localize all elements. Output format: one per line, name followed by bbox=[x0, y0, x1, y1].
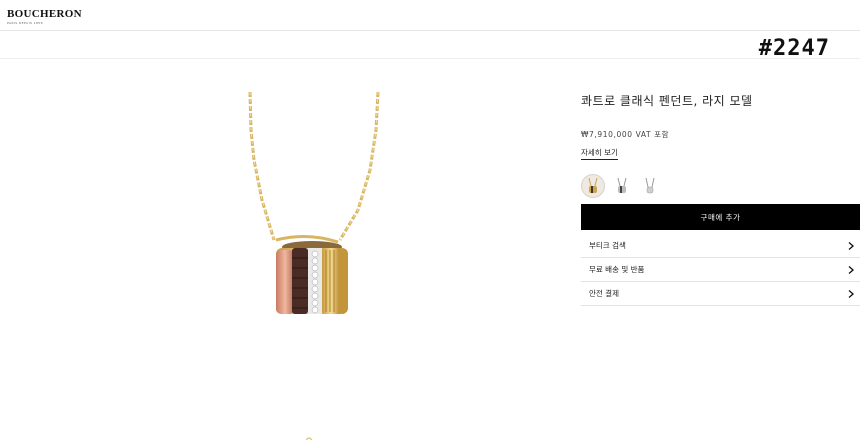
breadcrumb-bar bbox=[0, 31, 860, 59]
accordion-item-label: 부티크 검색 bbox=[589, 241, 626, 250]
service-accordion: 부티크 검색 무료 배송 및 반품 안전 결제 bbox=[581, 234, 860, 306]
accordion-item-free-shipping[interactable]: 무료 배송 및 반품 bbox=[581, 258, 860, 282]
variant-swatch-mixed-gold[interactable] bbox=[581, 174, 605, 198]
white-gold-pendant-icon bbox=[617, 178, 627, 193]
quatre-pendant-icon bbox=[248, 91, 380, 314]
brand-tagline: PARIS DEPUIS 1858 bbox=[7, 21, 43, 25]
white-gold-small-pendant-icon bbox=[645, 178, 655, 194]
variant-swatch-white-gold[interactable] bbox=[611, 175, 633, 197]
product-price: ₩7,910,000 VAT 포함 bbox=[581, 130, 670, 139]
product-image[interactable] bbox=[240, 90, 390, 320]
brand-wordmark: BOUCHERON bbox=[7, 8, 82, 20]
site-header: BOUCHERON PARIS DEPUIS 1858 bbox=[0, 0, 860, 31]
brand-logo[interactable]: BOUCHERON PARIS DEPUIS 1858 bbox=[7, 8, 82, 25]
accordion-item-label: 안전 결제 bbox=[589, 289, 619, 298]
thumbnail-peek-icon bbox=[306, 437, 312, 440]
accordion-item-secure-payment[interactable]: 안전 결제 bbox=[581, 282, 860, 306]
image-id-watermark: #2247 bbox=[758, 36, 830, 61]
product-info-panel: 콰트로 클래식 펜던트, 라지 모델 ₩7,910,000 VAT 포함 자세히… bbox=[581, 92, 860, 306]
variant-swatch-white-gold-small[interactable] bbox=[639, 175, 661, 197]
accordion-item-boutique-search[interactable]: 부티크 검색 bbox=[581, 234, 860, 258]
add-to-cart-button[interactable]: 구매에 추가 bbox=[581, 204, 860, 230]
mixed-gold-pendant-icon bbox=[588, 178, 598, 193]
chevron-right-icon bbox=[848, 265, 854, 274]
chevron-right-icon bbox=[848, 241, 854, 250]
accordion-item-label: 무료 배송 및 반품 bbox=[589, 265, 645, 274]
variant-selector bbox=[581, 174, 860, 198]
chevron-right-icon bbox=[848, 289, 854, 298]
more-details-link[interactable]: 자세히 보기 bbox=[581, 147, 618, 160]
product-title: 콰트로 클래식 펜던트, 라지 모델 bbox=[581, 94, 753, 108]
